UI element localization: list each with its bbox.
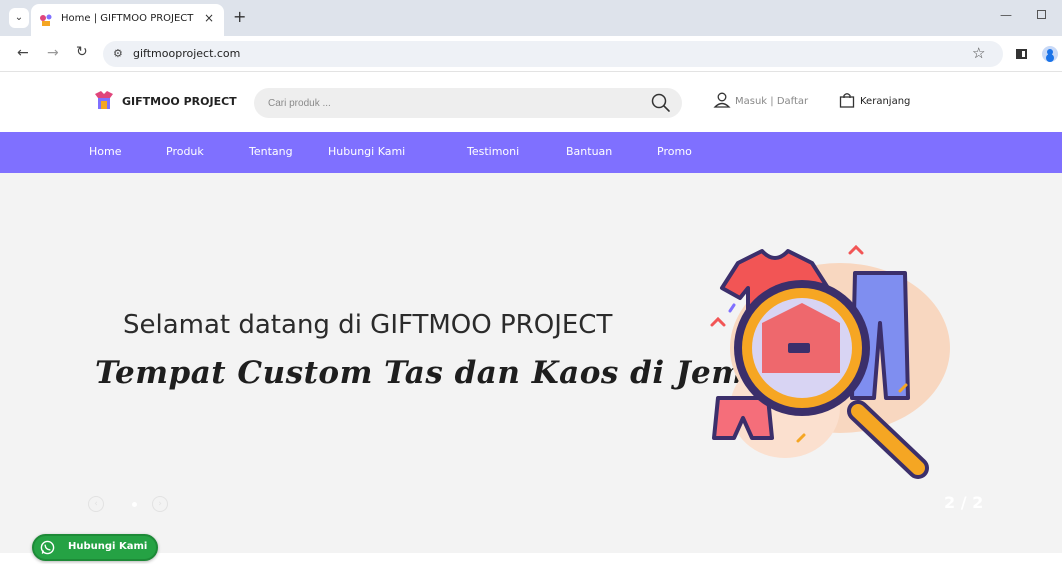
search-icon[interactable] <box>650 92 672 114</box>
nav-item-testimoni[interactable]: Testimoni <box>467 145 519 158</box>
bookmark-star-icon[interactable]: ☆ <box>972 44 985 62</box>
browser-toolbar: ← → ↻ ⚙ giftmooproject.com ☆ <box>0 36 1062 72</box>
whatsapp-label[interactable]: Hubungi Kami <box>68 541 147 552</box>
url-text[interactable]: giftmooproject.com <box>133 47 240 60</box>
hero-title: Selamat datang di GIFTMOO PROJECT <box>123 310 613 340</box>
nav-item-promo[interactable]: Promo <box>657 145 692 158</box>
hero-slider: Selamat datang di GIFTMOO PROJECT Tempat… <box>0 173 1062 553</box>
minimize-icon[interactable]: — <box>1000 8 1012 22</box>
back-arrow-icon[interactable]: ← <box>17 45 29 61</box>
whatsapp-icon <box>40 540 55 555</box>
address-bar[interactable]: ⚙ giftmooproject.com <box>103 41 1003 67</box>
slider-next-button[interactable]: › <box>152 496 168 512</box>
new-tab-button[interactable]: + <box>233 7 246 26</box>
site-header: GIFTMOO PROJECT Masuk | Daftar Keranjang <box>0 73 1062 132</box>
browser-tabstrip: ⌄ Home | GIFTMOO PROJECT × + — <box>0 0 1062 36</box>
whatsapp-contact-button[interactable]: Hubungi Kami <box>32 534 158 561</box>
site-info-icon[interactable]: ⚙ <box>113 47 123 60</box>
reload-icon[interactable]: ↻ <box>76 44 88 60</box>
maximize-icon[interactable] <box>1037 10 1046 19</box>
logo-text[interactable]: GIFTMOO PROJECT <box>122 95 237 108</box>
search-bar <box>254 88 682 118</box>
cart-text[interactable]: Keranjang <box>860 96 910 107</box>
slider-dot[interactable] <box>132 502 137 507</box>
tab-close-icon[interactable]: × <box>204 11 214 25</box>
nav-item-bantuan[interactable]: Bantuan <box>566 145 612 158</box>
search-input[interactable] <box>268 94 628 112</box>
logo-icon[interactable] <box>92 88 116 112</box>
forward-arrow-icon[interactable]: → <box>47 45 59 61</box>
user-icon <box>713 92 731 108</box>
browser-tab-active[interactable]: Home | GIFTMOO PROJECT × <box>31 4 224 36</box>
site-favicon <box>40 14 52 26</box>
side-panel-icon[interactable] <box>1016 49 1027 59</box>
nav-item-hubungi-kami[interactable]: Hubungi Kami <box>328 145 405 158</box>
shopping-bag-icon <box>839 93 855 108</box>
tab-title: Home | GIFTMOO PROJECT <box>61 13 194 24</box>
slider-prev-button[interactable]: ‹ <box>88 496 104 512</box>
nav-item-home[interactable]: Home <box>89 145 121 158</box>
nav-item-tentang[interactable]: Tentang <box>249 145 293 158</box>
tab-search-button[interactable]: ⌄ <box>9 8 29 28</box>
main-navigation: Home Produk Tentang Hubungi Kami Testimo… <box>0 132 1062 173</box>
slide-counter: 2 / 2 <box>944 493 984 512</box>
profile-avatar-icon[interactable] <box>1042 46 1058 62</box>
login-register-text[interactable]: Masuk | Daftar <box>735 96 808 107</box>
nav-item-produk[interactable]: Produk <box>166 145 204 158</box>
clothing-magnifier-illustration <box>710 244 950 479</box>
